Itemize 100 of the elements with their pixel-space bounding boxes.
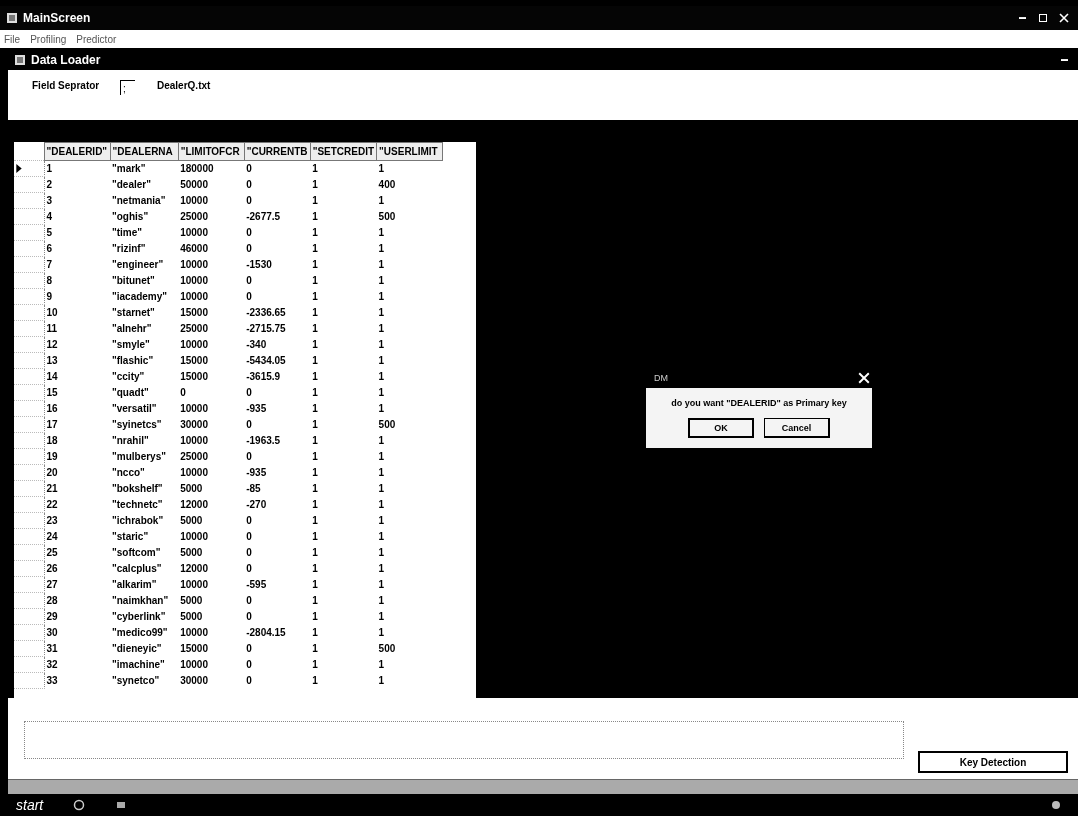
table-cell: 25 [44,544,110,561]
table-cell-text: 1 [377,626,386,640]
table-cell-text: "softcom" [111,546,162,560]
table-cell-text: -2715.75 [245,322,287,336]
column-header[interactable]: "LIMITOFCR [178,142,245,161]
file-name: DealerQ.txt [157,80,211,91]
table-cell: 16 [44,400,110,417]
table-cell: 2 [44,176,110,193]
table-cell-text: -1530 [245,258,273,272]
column-header[interactable]: "DEALERNA [110,142,179,161]
table-cell-text: 0 [245,562,253,576]
table-cell-text: 1 [377,226,386,240]
table-cell-text: 1 [311,354,319,368]
table-cell-text: 5000 [179,482,204,496]
table-cell-text: 0 [245,178,253,192]
table-cell: 13 [44,352,110,369]
table-cell-text: 1 [377,434,386,448]
table-cell-text: 5000 [179,594,204,608]
table-cell-text: 0 [245,242,253,256]
table-cell: 180000 [178,160,245,177]
table-cell: 32 [44,656,110,673]
menu-item[interactable]: File [4,33,21,45]
table-cell-text: "ccity" [111,370,146,384]
close-button[interactable] [858,372,870,384]
table-cell-text: "flashic" [111,354,155,368]
tray-icon[interactable] [1050,799,1062,811]
table-cell-text: -270 [245,498,268,512]
row-header[interactable] [14,160,44,177]
table-cell-text: "ncco" [111,466,146,480]
table-cell: 33 [44,672,110,689]
table-cell: 15 [44,384,110,401]
app-icon [6,12,18,24]
table-cell-text: 0 [245,530,253,544]
table-cell-text: "bitunet" [111,274,156,288]
table-cell-text: 1 [377,658,386,672]
table-cell-text: 1 [311,530,319,544]
table-cell-text: "mulberys" [111,450,167,464]
table-cell-text: "imachine" [111,658,166,672]
table-cell-text: -85 [245,482,262,496]
window-title: MainScreen [23,11,91,25]
table-cell-text: -595 [245,578,268,592]
table-cell-text: 0 [245,546,253,560]
table-cell-text: 0 [245,658,253,672]
taskbar-icon[interactable] [115,799,128,811]
table-cell-text: 5000 [179,610,204,624]
table-cell: 8 [44,272,110,289]
table-cell-text: 10000 [179,658,209,672]
table-cell: 28 [44,592,110,609]
table-cell: 0 [244,160,311,177]
table-cell-text: 10000 [179,258,209,272]
horizontal-scrollbar[interactable] [8,779,1078,794]
table-cell: 14 [44,368,110,385]
menu-item[interactable]: Predictor [76,33,117,45]
column-header[interactable]: "DEALERID" [44,142,110,161]
table-cell-text: 15000 [179,354,209,368]
table-cell-text: 10000 [179,434,209,448]
table-cell-text: 1 [311,370,319,384]
taskbar-icon[interactable] [73,799,86,811]
table-cell-text: 5000 [179,514,204,528]
table-cell-text: 500 [377,418,397,432]
table-cell-text: 10000 [179,402,209,416]
table-cell-text: 400 [377,178,397,192]
table-cell-text: 1 [311,434,319,448]
table-cell-text: 1 [311,306,319,320]
table-cell-text: 1 [377,482,386,496]
table-cell: 26 [44,560,110,577]
table-cell-text: "engineer" [111,258,165,272]
table-cell-text: "versatil" [111,402,158,416]
table-cell-text: 1 [377,306,386,320]
table-cell-text: 1 [311,450,319,464]
column-header[interactable]: "CURRENTB [244,142,311,161]
table-cell: 21 [44,480,110,497]
table-cell-text: 0 [245,290,253,304]
table-cell-text: 25000 [179,322,209,336]
table-cell-text: 1 [377,354,386,368]
table-cell-text: -5434.05 [245,354,287,368]
table-cell-text: 0 [245,274,253,288]
column-header[interactable]: "SETCREDIT [310,142,377,161]
table-cell-text: "syinetcs" [111,418,163,432]
dialog-button[interactable]: OK [688,418,754,438]
table-cell-text: 1 [311,626,319,640]
table-cell-text: 0 [179,386,187,400]
menu-item[interactable]: Profiling [30,33,67,45]
table-cell: 27 [44,576,110,593]
start-button[interactable]: start [16,797,44,813]
table-cell-text: 30000 [179,418,209,432]
table-cell-text: "iacademy" [111,290,169,304]
table-cell-text: 1 [311,386,319,400]
minimize-icon [1018,16,1026,20]
table-cell-text: 12000 [179,562,209,576]
key-detection-button[interactable]: Key Detection [918,751,1068,773]
column-header[interactable]: "USERLIMIT [376,142,443,161]
dialog-button[interactable]: Cancel [764,418,830,438]
table-cell-text: 0 [245,514,253,528]
table-cell-text: 0 [245,610,253,624]
table-cell-text: 1 [311,610,319,624]
table-cell-text: 1 [311,546,319,560]
separator-field[interactable]: ; [120,80,135,95]
table-cell-text: 1 [311,338,319,352]
table-cell-text: 0 [245,594,253,608]
